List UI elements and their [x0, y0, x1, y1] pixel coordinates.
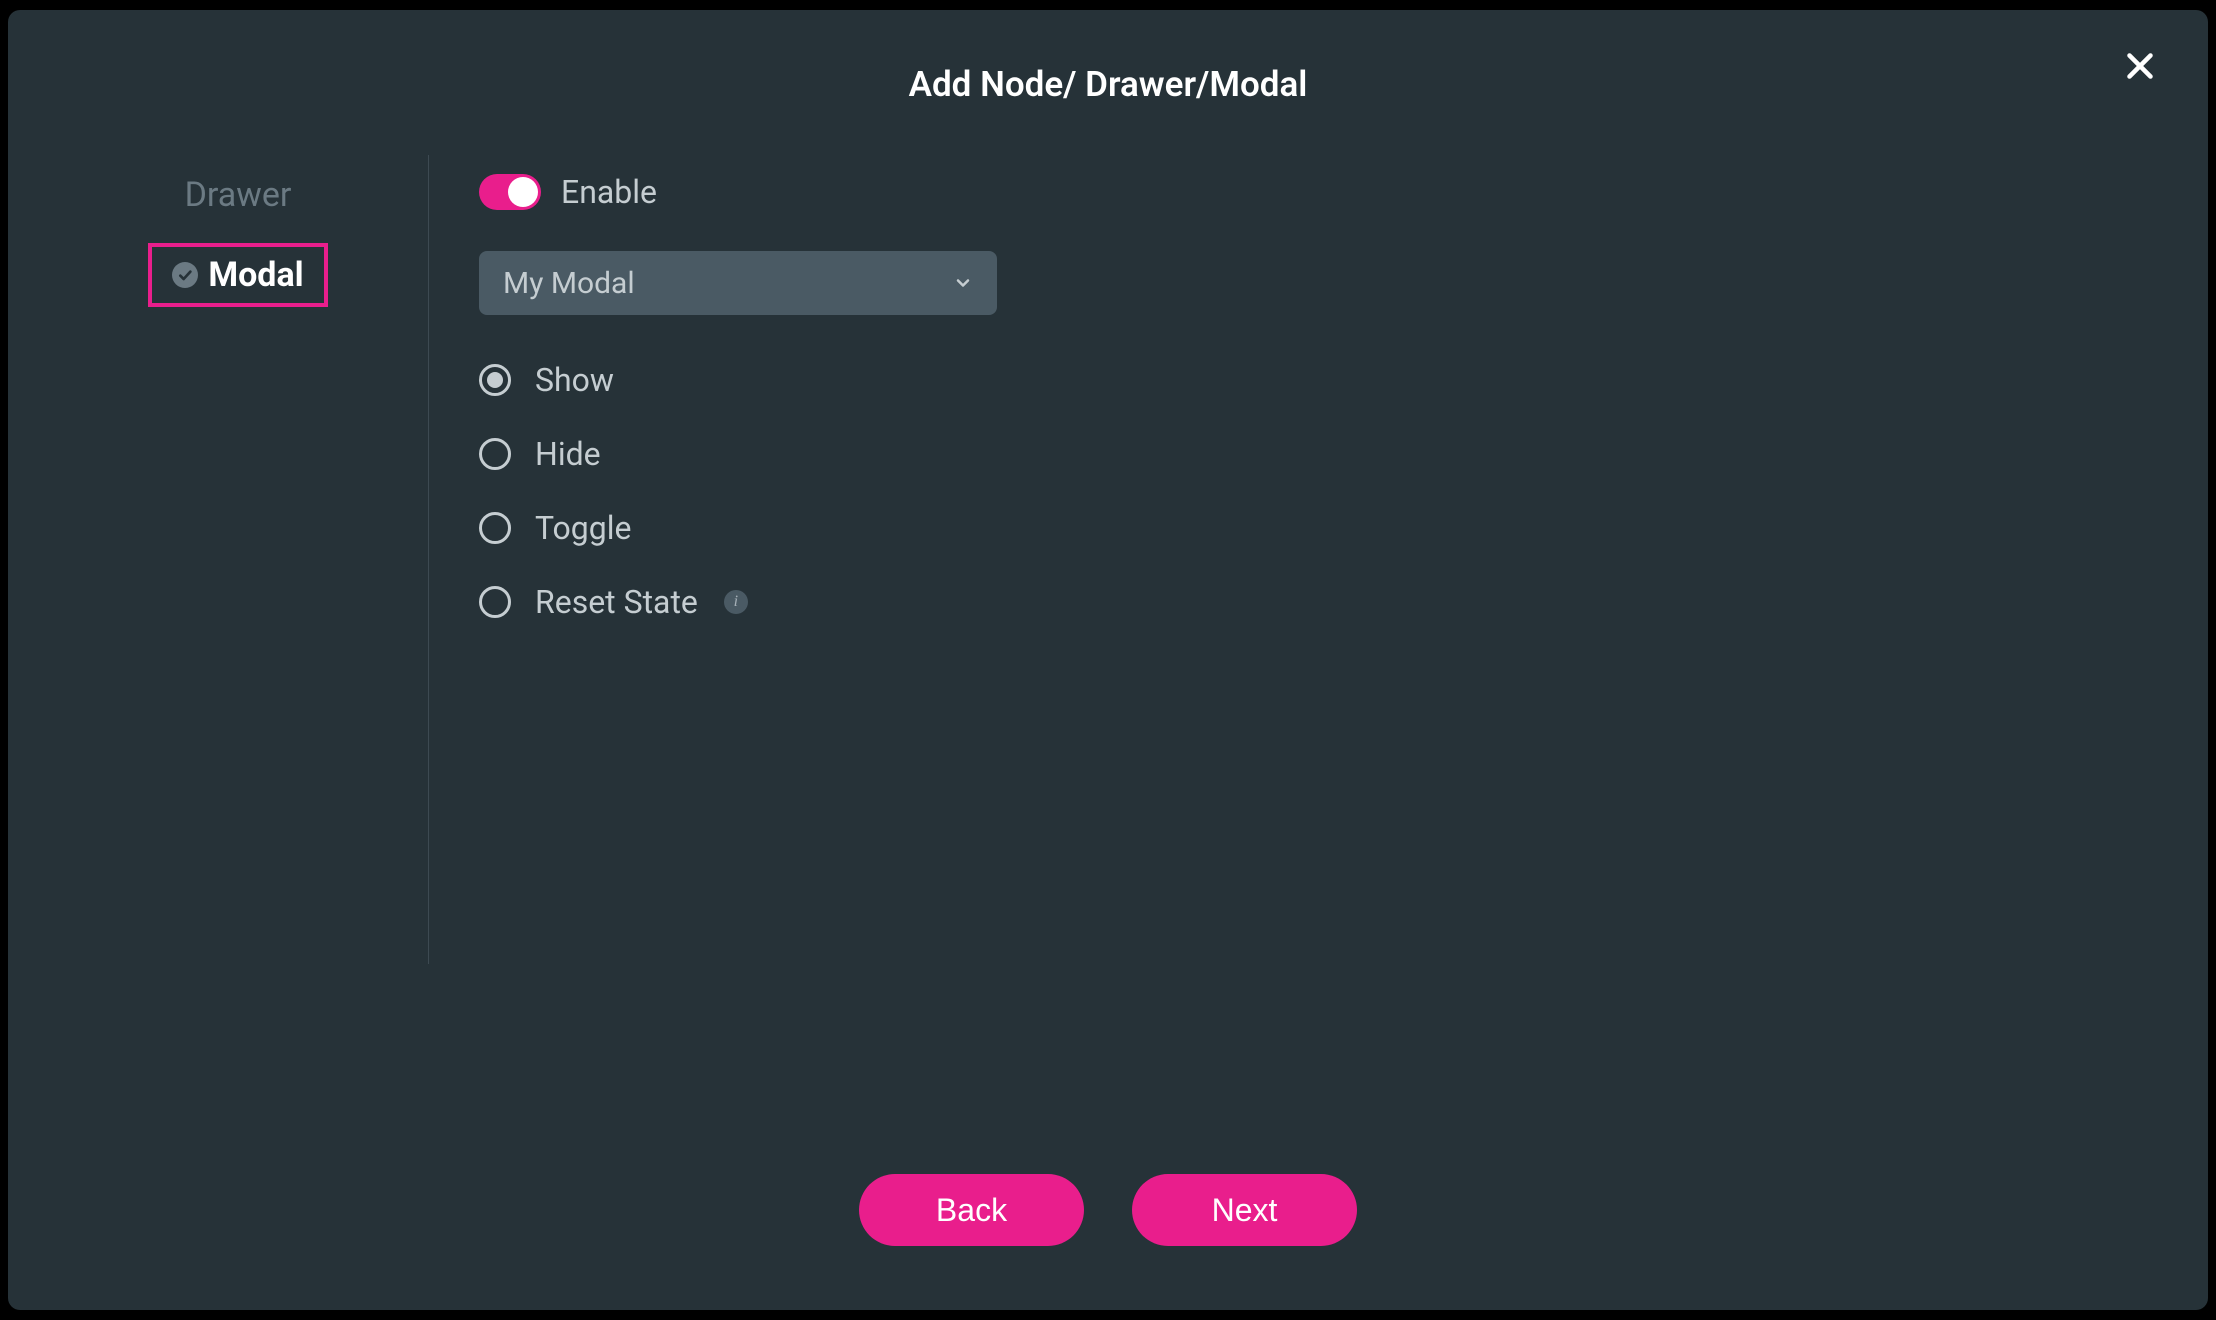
- enable-toggle-row: Enable: [479, 173, 2168, 211]
- radio-indicator: [479, 438, 511, 470]
- close-button[interactable]: [2120, 46, 2160, 86]
- modal-body: Drawer Modal Enable My Modal: [8, 135, 2208, 1144]
- sidebar-item-drawer[interactable]: Drawer: [185, 175, 292, 215]
- radio-label: Reset State: [535, 583, 698, 621]
- modal-title: Add Node/ Drawer/Modal: [8, 10, 2208, 135]
- content-area: Enable My Modal Show Hide: [429, 135, 2168, 1144]
- dropdown-selected-value: My Modal: [503, 266, 635, 301]
- radio-indicator: [479, 512, 511, 544]
- radio-label: Toggle: [535, 509, 631, 547]
- modal-select-dropdown[interactable]: My Modal: [479, 251, 997, 315]
- toggle-knob: [508, 177, 538, 207]
- back-button[interactable]: Back: [859, 1174, 1084, 1246]
- info-icon[interactable]: i: [724, 590, 748, 614]
- radio-indicator: [479, 586, 511, 618]
- radio-option-toggle[interactable]: Toggle: [479, 509, 2168, 547]
- modal-dialog: Add Node/ Drawer/Modal Drawer Modal Enab…: [8, 10, 2208, 1310]
- enable-label: Enable: [561, 173, 657, 211]
- sidebar-item-label: Modal: [208, 255, 303, 295]
- radio-label: Show: [535, 361, 614, 399]
- radio-option-hide[interactable]: Hide: [479, 435, 2168, 473]
- sidebar: Drawer Modal: [48, 135, 428, 1144]
- modal-footer: Back Next: [8, 1144, 2208, 1310]
- chevron-down-icon: [953, 273, 973, 293]
- radio-option-show[interactable]: Show: [479, 361, 2168, 399]
- action-radio-group: Show Hide Toggle Reset State i: [479, 361, 2168, 621]
- check-circle-icon: [172, 262, 198, 288]
- radio-option-reset-state[interactable]: Reset State i: [479, 583, 2168, 621]
- next-button[interactable]: Next: [1132, 1174, 1357, 1246]
- close-icon: [2122, 48, 2158, 84]
- radio-label: Hide: [535, 435, 601, 473]
- enable-toggle[interactable]: [479, 174, 541, 210]
- radio-indicator: [479, 364, 511, 396]
- sidebar-item-modal[interactable]: Modal: [148, 243, 327, 307]
